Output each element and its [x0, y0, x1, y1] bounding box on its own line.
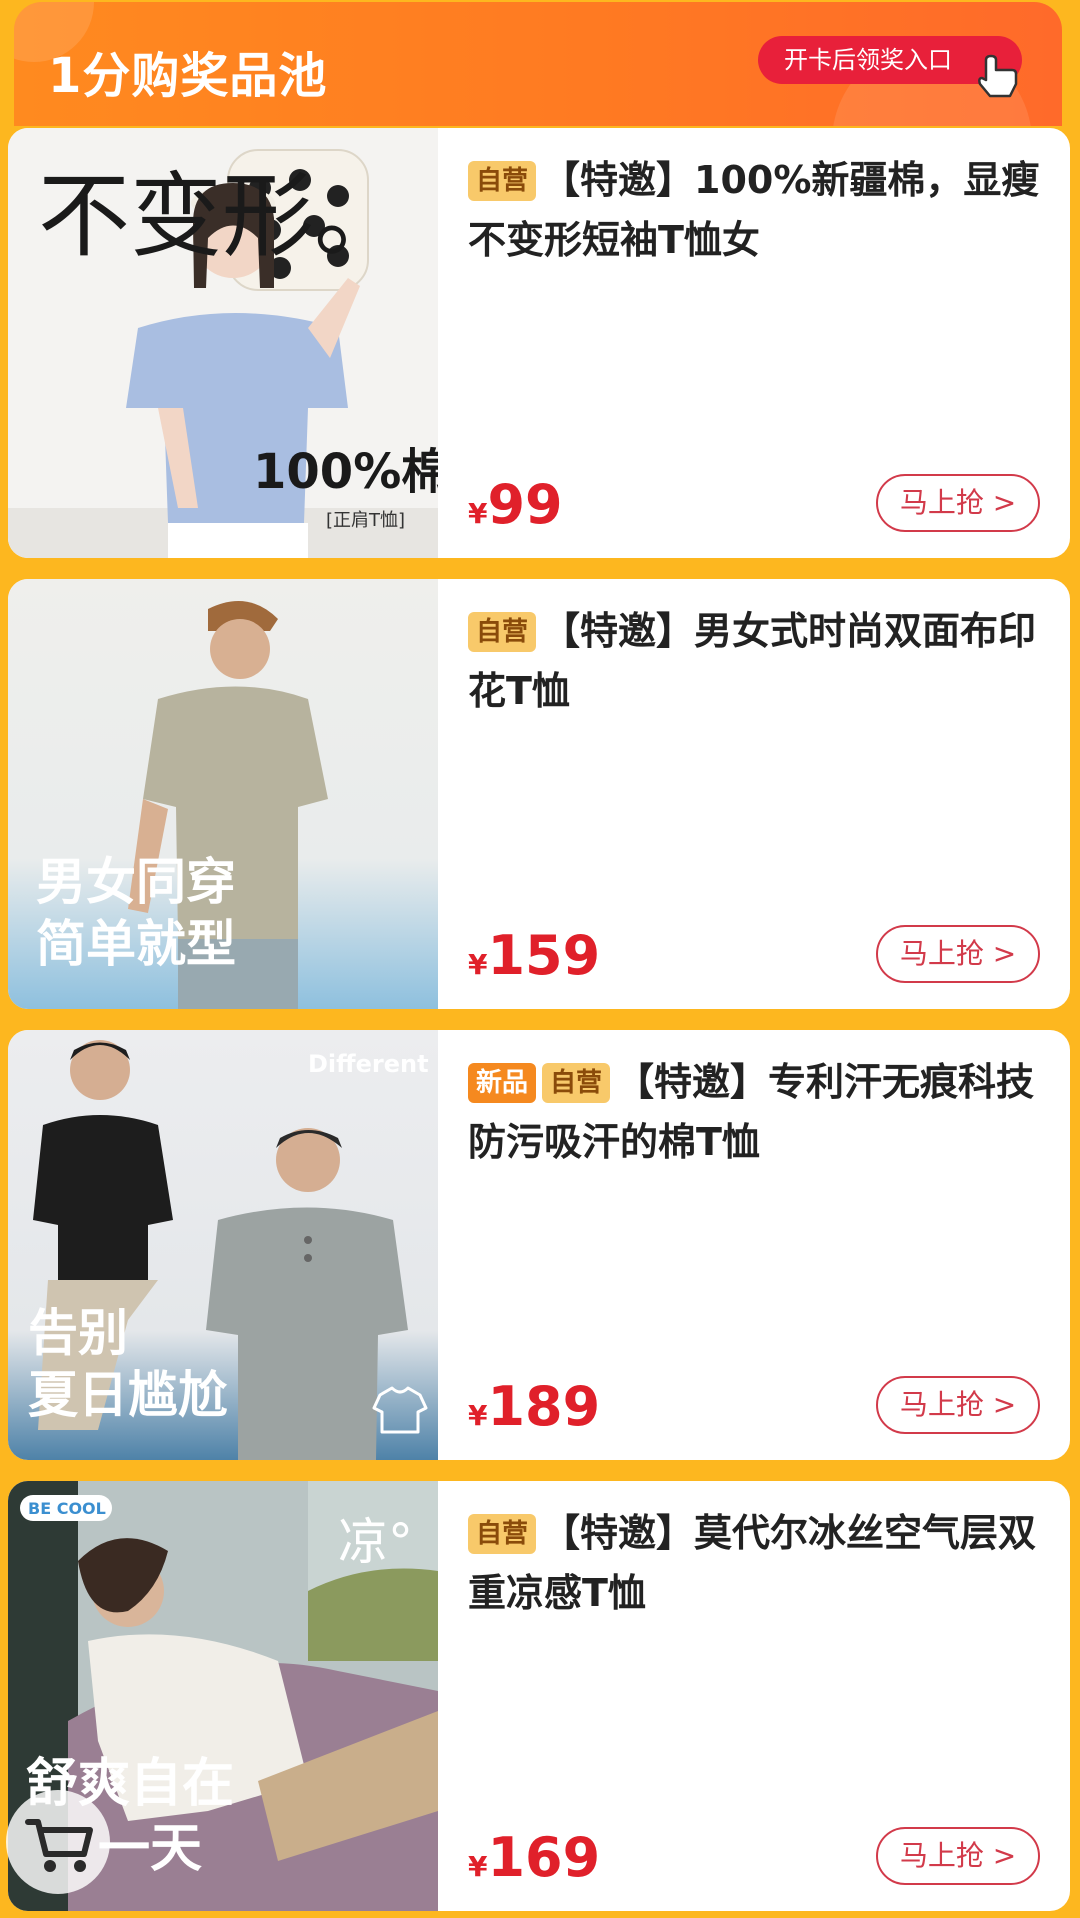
self-operated-badge: 自营 [468, 612, 537, 652]
prize-pool-header: 1分购奖品池 开卡后领奖入口 [14, 2, 1062, 126]
product-card[interactable]: Different 告别 夏日尴尬 新品 自营 【特邀】专利汗无痕科技 防污吸汗的棉… [8, 1030, 1070, 1460]
product-image[interactable]: Different 告别 夏日尴尬 [8, 1030, 438, 1460]
self-operated-badge: 自营 [542, 1063, 611, 1103]
product-card[interactable]: BE COOL 凉° 舒爽自在 一天 自营 【特邀】莫代尔冰丝空气层双重凉感T恤 … [8, 1481, 1070, 1911]
buy-now-button[interactable]: 马上抢 > [876, 1827, 1040, 1885]
price-value: 99 [487, 473, 563, 536]
product-image[interactable]: 男女同穿 简单就型 [8, 579, 438, 1009]
image-text: [正肩T恤] [326, 510, 405, 531]
currency-symbol: ¥ [468, 497, 488, 530]
price-value: 159 [487, 924, 601, 987]
page-title: 1分购奖品池 [48, 48, 328, 104]
pointing-hand-icon [978, 54, 1018, 98]
product-info: 新品 自营 【特邀】专利汗无痕科技 防污吸汗的棉T恤 [468, 1052, 1048, 1172]
buy-now-button[interactable]: 马上抢 > [876, 474, 1040, 532]
product-title: 自营 【特邀】莫代尔冰丝空气层双重凉感T恤 [468, 1503, 1048, 1623]
product-image[interactable]: 不变形。 100%棉 [正肩T恤] [8, 128, 438, 558]
image-text: BE COOL [28, 1499, 106, 1518]
currency-symbol: ¥ [468, 1850, 488, 1883]
self-operated-badge: 自营 [468, 161, 537, 201]
product-title: 新品 自营 【特邀】专利汗无痕科技 防污吸汗的棉T恤 [468, 1052, 1048, 1172]
image-text: 凉° [338, 1513, 413, 1571]
product-info: 自营 【特邀】男女式时尚双面布印花T恤 [468, 601, 1048, 721]
product-card[interactable]: 不变形。 100%棉 [正肩T恤] 自营 【特邀】100%新疆棉，显瘦不变形短袖T… [8, 128, 1070, 558]
product-title: 自营 【特邀】100%新疆棉，显瘦不变形短袖T恤女 [468, 150, 1048, 270]
product-price: ¥169 [468, 1826, 600, 1889]
product-info: 自营 【特邀】莫代尔冰丝空气层双重凉感T恤 [468, 1503, 1048, 1623]
image-text: 告别 [28, 1304, 128, 1362]
image-text: Different [308, 1050, 429, 1078]
product-price: ¥99 [468, 473, 563, 536]
price-value: 189 [487, 1375, 601, 1438]
image-text: 不变形。 [38, 163, 406, 270]
shopping-cart-icon [25, 1819, 93, 1872]
price-value: 169 [487, 1826, 601, 1889]
image-text: 简单就型 [36, 915, 236, 973]
image-text: 夏日尴尬 [28, 1366, 228, 1424]
new-product-badge: 新品 [468, 1063, 537, 1103]
self-operated-badge: 自营 [468, 1514, 537, 1554]
product-title-text: 【特邀】莫代尔冰丝空气层双重凉感T恤 [468, 1511, 1037, 1615]
image-text: 100%棉 [253, 444, 438, 500]
product-info: 自营 【特邀】100%新疆棉，显瘦不变形短袖T恤女 [468, 150, 1048, 270]
product-title: 自营 【特邀】男女式时尚双面布印花T恤 [468, 601, 1048, 721]
product-price: ¥159 [468, 924, 600, 987]
product-price: ¥189 [468, 1375, 600, 1438]
image-text: 男女同穿 [36, 853, 236, 911]
buy-now-button[interactable]: 马上抢 > [876, 1376, 1040, 1434]
product-title-text: 【特邀】男女式时尚双面布印花T恤 [468, 609, 1037, 713]
image-text: 一天 [98, 1819, 202, 1879]
buy-now-button[interactable]: 马上抢 > [876, 925, 1040, 983]
product-card[interactable]: 男女同穿 简单就型 自营 【特邀】男女式时尚双面布印花T恤 ¥159 马上抢 > [8, 579, 1070, 1009]
floating-cart-button[interactable] [6, 1790, 110, 1894]
currency-symbol: ¥ [468, 1399, 488, 1432]
product-title-text: 【特邀】100%新疆棉，显瘦不变形短袖T恤女 [468, 158, 1040, 262]
currency-symbol: ¥ [468, 948, 488, 981]
